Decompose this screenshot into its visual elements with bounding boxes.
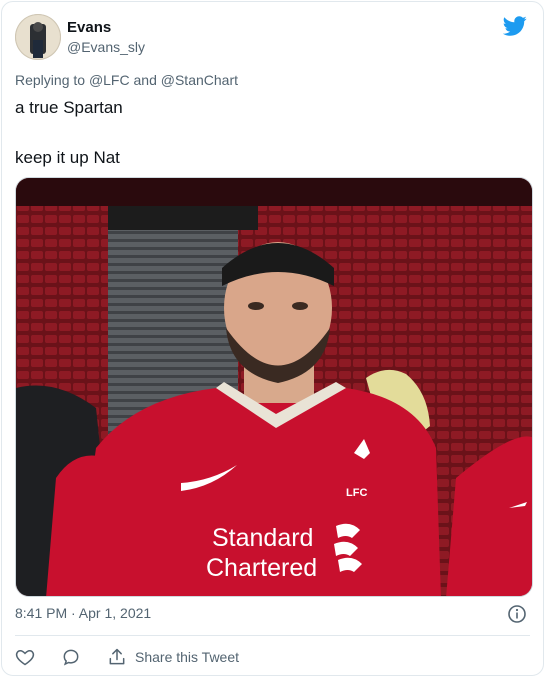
mention-stanchart[interactable]: @StanChart xyxy=(161,72,238,88)
tweet-text-line-2: keep it up Nat xyxy=(15,148,120,167)
heart-icon xyxy=(15,649,35,666)
info-icon[interactable] xyxy=(507,604,527,624)
reply-joiner: and xyxy=(133,72,157,88)
replying-to-line: Replying to @LFC and @StanChart xyxy=(15,72,238,88)
share-label: Share this Tweet xyxy=(135,649,240,665)
author-name[interactable]: Evans xyxy=(67,19,111,36)
tweet-card: Evans @Evans_sly Replying to @LFC and @S… xyxy=(1,1,544,676)
share-icon xyxy=(109,648,125,665)
tweet-timestamp[interactable]: 8:41 PM · Apr 1, 2021 xyxy=(15,605,151,621)
comment-icon xyxy=(63,649,79,666)
sponsor-line-1: Standard xyxy=(212,524,313,552)
share-button[interactable]: Share this Tweet xyxy=(107,647,239,667)
reply-button[interactable] xyxy=(61,647,81,667)
mention-lfc[interactable]: @LFC xyxy=(89,72,130,88)
tweet-photo[interactable]: LFC Standard Chartered xyxy=(15,177,533,597)
divider xyxy=(15,635,530,636)
twitter-logo-icon[interactable] xyxy=(502,14,527,38)
sponsor-line-2: Chartered xyxy=(206,554,317,582)
reply-prefix: Replying to xyxy=(15,72,86,88)
avatar[interactable] xyxy=(15,14,61,60)
tweet-actions: Share this Tweet xyxy=(15,645,265,669)
like-button[interactable] xyxy=(15,647,35,667)
crest-text: LFC xyxy=(346,487,367,499)
tweet-text-line-1: a true Spartan xyxy=(15,98,123,117)
author-handle[interactable]: @Evans_sly xyxy=(67,39,145,55)
